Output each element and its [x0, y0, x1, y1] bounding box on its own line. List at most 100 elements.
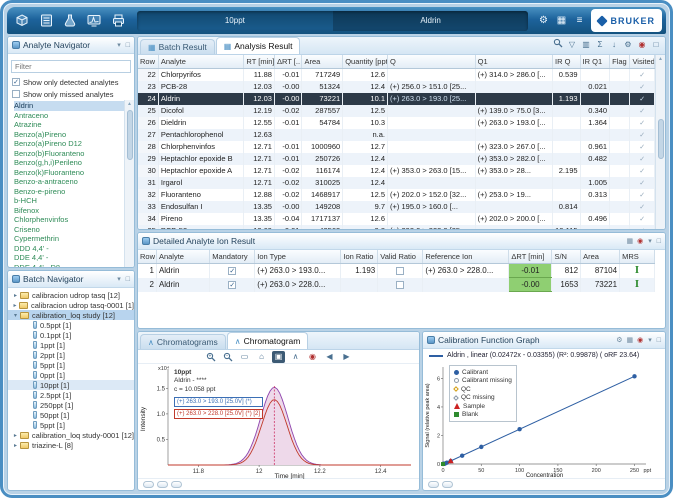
tab-chromatograms[interactable]: ∧ Chromatograms — [140, 334, 226, 349]
analyte-item[interactable]: DDE 4,4' - — [14, 253, 124, 263]
batch-item[interactable]: ▸calibracion udrop tasq-0001 [1] — [8, 300, 134, 310]
column-header[interactable]: Row — [138, 55, 158, 68]
analyte-item[interactable]: Benzo-e-pireno — [14, 187, 124, 197]
panel-menu-icon[interactable]: ▾ — [648, 336, 652, 344]
column-header[interactable]: Ion Ratio — [341, 250, 378, 263]
chart-view-button[interactable] — [143, 481, 154, 488]
batch-item[interactable]: ▸triazine-L [8] — [8, 440, 134, 450]
batch-item[interactable]: 0.5ppt [1] — [8, 320, 134, 330]
show-missed-row[interactable]: Show only missed analytes — [8, 88, 134, 100]
column-header[interactable]: Q1 — [475, 55, 552, 68]
scrollbar[interactable]: ▲ — [124, 100, 134, 267]
scroll-up-icon[interactable]: ▲ — [658, 55, 663, 63]
column-header[interactable]: Mandatory — [210, 250, 255, 263]
peak-icon[interactable]: ∧ — [289, 351, 302, 363]
batch-item[interactable]: ▸calibration_loq study-0001 [12] — [8, 430, 134, 440]
analyte-item[interactable]: Benzo(a)Pireno D12 — [14, 139, 124, 149]
column-header[interactable]: Flag — [610, 55, 630, 68]
chart-icon[interactable]: ▦ — [627, 336, 634, 344]
checkbox-icon[interactable]: ✓ — [12, 78, 20, 86]
analyte-item[interactable]: DDD 4,4' - — [14, 244, 124, 254]
batch-item[interactable]: ▸calibracion udrop tasq [12] — [8, 290, 134, 300]
column-header[interactable]: Valid Ratio — [378, 250, 423, 263]
tree-arrow-icon[interactable]: ▸ — [11, 442, 20, 449]
scrollbar-thumb[interactable] — [658, 119, 664, 159]
result-row[interactable]: 27Pentachlorophenol12.63n.a.✓ — [138, 129, 655, 141]
tab-chromatogram[interactable]: ∧ Chromatogram — [227, 332, 309, 349]
zoom-region-icon[interactable]: ▭ — [238, 351, 251, 363]
tools-icon[interactable]: ⚙ — [616, 336, 622, 344]
print-icon[interactable] — [107, 11, 129, 31]
column-header[interactable]: Analyte — [158, 55, 244, 68]
column-header[interactable]: MRS — [620, 250, 655, 263]
result-row[interactable]: 25Dicofol12.19-0.0228755712.5(+) 139.0 >… — [138, 105, 655, 117]
batch-item[interactable]: 5ppt [1] — [8, 360, 134, 370]
scrollbar-thumb[interactable] — [127, 110, 133, 160]
analyte-item[interactable]: Criseno — [14, 225, 124, 235]
chart-icon[interactable]: ▦ — [627, 237, 634, 245]
scroll-up-icon[interactable]: ▲ — [127, 100, 132, 108]
ion-result-row[interactable]: 1Aldrin✓(+) 263.0 > 193.0...1.193(+) 263… — [138, 263, 655, 278]
analyte-item[interactable]: Atrazine — [14, 120, 124, 130]
batch-item[interactable]: 0ppt [1] — [8, 370, 134, 380]
column-header[interactable]: RT [min] — [244, 55, 275, 68]
result-row[interactable]: 30Heptachlor epoxide A12.71-0.0211617412… — [138, 165, 655, 177]
checkbox-icon[interactable] — [396, 267, 404, 275]
batch-item[interactable]: 50ppt [1] — [8, 410, 134, 420]
search-icon[interactable] — [552, 38, 564, 52]
column-header[interactable]: S/N — [552, 250, 581, 263]
method-icon[interactable] — [59, 11, 81, 31]
checkbox-icon[interactable] — [396, 281, 404, 289]
arrow-right-icon[interactable]: ▶ — [340, 351, 353, 363]
menu-icon[interactable]: ≡ — [572, 15, 586, 26]
settings-icon[interactable]: ⚙ — [622, 39, 634, 51]
zoom-in-icon[interactable]: + — [204, 351, 217, 363]
analyte-item[interactable]: Chlorphenvinfos — [14, 215, 124, 225]
batch-item[interactable]: 2.5ppt [1] — [8, 390, 134, 400]
batch-item[interactable]: 250ppt [1] — [8, 400, 134, 410]
select-icon[interactable]: ▣ — [272, 351, 285, 363]
result-row[interactable]: 33Endosulfan I13.35-0.001492089.7(+) 195… — [138, 201, 655, 213]
result-row[interactable]: 35PCB-5213.690.01425639.3(+) 292.0 > 222… — [138, 225, 655, 230]
column-header[interactable]: IR Q1 — [580, 55, 610, 68]
analyte-item[interactable]: DDE 4,4' - D8 — [14, 263, 124, 268]
filter-icon[interactable]: ▽ — [566, 39, 578, 51]
maximize-icon[interactable]: □ — [126, 42, 130, 49]
result-row[interactable]: 22Chlorpyrifos11.88-0.0171724912.6(+) 31… — [138, 68, 655, 81]
column-header[interactable]: Area — [581, 250, 620, 263]
tab-batch-result[interactable]: ▦ Batch Result — [140, 39, 215, 54]
analyte-item[interactable]: Benzo(b)Fluoranteno — [14, 149, 124, 159]
batch-item[interactable]: 10ppt [1] — [8, 380, 134, 390]
analyte-item[interactable]: Antraceno — [14, 111, 124, 121]
pin-icon[interactable]: ◉ — [637, 336, 643, 344]
analyte-item[interactable]: Aldrin — [14, 101, 124, 111]
result-row[interactable]: 24Aldrin12.03-0.007322110.1(+) 263.0 > 1… — [138, 93, 655, 105]
column-header[interactable]: Visited — [630, 55, 655, 68]
panel-menu-icon[interactable]: ▾ — [117, 41, 121, 49]
batch-item[interactable]: 2ppt [1] — [8, 350, 134, 360]
arrow-left-icon[interactable]: ◀ — [323, 351, 336, 363]
analyte-item[interactable]: Benzo(k)Fluoranteno — [14, 168, 124, 178]
result-row[interactable]: 31Irgarol12.71-0.0231002512.41.005✓ — [138, 177, 655, 189]
column-header[interactable]: Analyte — [156, 250, 209, 263]
maximize-icon[interactable]: □ — [650, 39, 662, 51]
tab-analysis-result[interactable]: ▦ Analysis Result — [216, 37, 301, 54]
pin-icon[interactable]: ◉ — [636, 39, 648, 51]
batch-item[interactable]: 0.1ppt [1] — [8, 330, 134, 340]
maximize-icon[interactable]: □ — [657, 238, 661, 245]
column-header[interactable]: Reference Ion — [423, 250, 509, 263]
batch-item[interactable]: 5ppt [1] — [8, 420, 134, 430]
analyte-item[interactable]: Benzo(a)Pireno — [14, 130, 124, 140]
maximize-icon[interactable]: □ — [657, 337, 661, 344]
checkbox-icon[interactable]: ✓ — [228, 267, 236, 275]
batch-item[interactable]: 1ppt [1] — [8, 340, 134, 350]
sum-icon[interactable]: Σ — [594, 39, 606, 51]
result-row[interactable]: 34Pireno13.35-0.04171713712.6(+) 202.0 >… — [138, 213, 655, 225]
scrollbar[interactable]: ▲ — [655, 55, 665, 229]
zoom-reset-icon[interactable]: ⌂ — [255, 351, 268, 363]
column-header[interactable]: Q — [388, 55, 476, 68]
chart-view-button[interactable] — [171, 481, 182, 488]
show-detected-row[interactable]: ✓ Show only detected analytes — [8, 76, 134, 88]
panel-menu-icon[interactable]: ▾ — [648, 237, 652, 245]
column-header[interactable]: ΔRT [.. — [274, 55, 302, 68]
